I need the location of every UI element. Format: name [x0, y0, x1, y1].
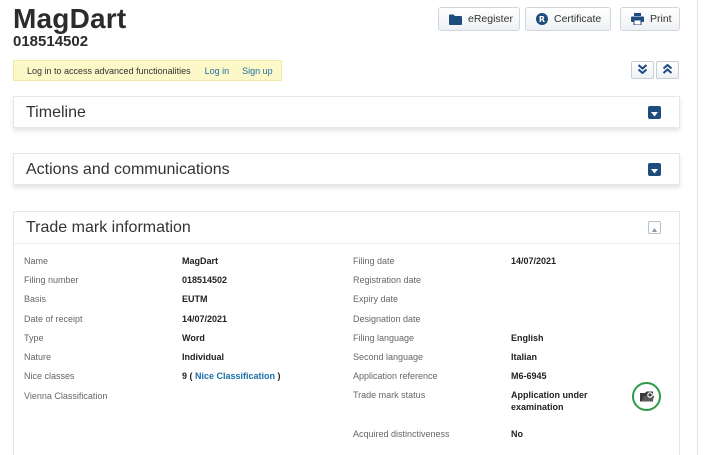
vienna-classification-label: Vienna Classification	[24, 391, 108, 401]
actions-expand-toggle[interactable]	[648, 163, 661, 176]
nice-classes-suffix: )	[275, 371, 281, 381]
filing-date-value: 14/07/2021	[511, 256, 557, 266]
actions-title: Actions and communications	[26, 161, 230, 178]
nice-classification-link[interactable]: Nice Classification	[195, 371, 275, 381]
trademark-info-header[interactable]: Trade mark information	[14, 212, 679, 244]
signup-link[interactable]: Sign up	[242, 66, 273, 76]
trademark-status-value-line1: Application under	[511, 390, 588, 400]
expiry-date-label: Expiry date	[353, 294, 399, 304]
acquired-distinctiveness-label: Acquired distinctiveness	[353, 429, 450, 439]
certificate-label: Certificate	[554, 13, 602, 25]
second-language-value: Italian	[511, 352, 538, 362]
expand-collapse-group	[631, 61, 679, 79]
timeline-title: Timeline	[26, 104, 86, 121]
type-value: Word	[182, 333, 205, 343]
nature-label: Nature	[24, 352, 52, 362]
filing-language-value: English	[511, 333, 544, 343]
status-examination-icon	[632, 382, 661, 411]
basis-value: EUTM	[182, 294, 208, 304]
application-reference-label: Application reference	[353, 371, 438, 381]
timeline-header[interactable]: Timeline	[14, 97, 679, 129]
actions-header[interactable]: Actions and communications	[14, 154, 679, 186]
printer-icon	[631, 13, 644, 25]
nature-value: Individual	[182, 352, 225, 362]
login-notice-text: Log in to access advanced functionalitie…	[27, 65, 191, 76]
trademark-info-title: Trade mark information	[26, 218, 191, 236]
collapse-all-button[interactable]	[656, 61, 679, 79]
date-of-receipt-label: Date of receipt	[24, 314, 83, 324]
folder-icon	[449, 14, 462, 25]
filing-number-label: Filing number	[24, 275, 79, 285]
registered-r-icon: R	[536, 13, 548, 25]
acquired-distinctiveness-value: No	[511, 429, 523, 439]
eregister-button[interactable]: eRegister	[438, 7, 520, 31]
trademark-info-panel: Trade mark information	[13, 211, 680, 455]
caret-down-icon	[651, 104, 658, 122]
caret-up-icon	[652, 219, 657, 237]
page-edge-divider	[697, 0, 698, 455]
filing-date-label: Filing date	[353, 256, 395, 266]
svg-text:R: R	[539, 15, 545, 24]
login-link[interactable]: Log in	[205, 66, 230, 76]
expand-all-button[interactable]	[631, 61, 654, 79]
print-button[interactable]: Print	[620, 7, 680, 31]
second-language-label: Second language	[353, 352, 424, 362]
trademark-number: 018514502	[13, 33, 89, 50]
double-chevron-down-icon	[637, 61, 648, 79]
eregister-label: eRegister	[468, 13, 513, 25]
caret-down-icon	[651, 161, 658, 179]
name-value: MagDart	[182, 256, 219, 266]
filing-number-value: 018514502	[182, 275, 228, 285]
trademark-title: MagDart	[13, 3, 127, 34]
name-label: Name	[24, 256, 49, 266]
trademark-status-label: Trade mark status	[353, 390, 426, 400]
certificate-button[interactable]: R Certificate	[525, 7, 611, 31]
double-chevron-up-icon	[662, 61, 673, 79]
designation-date-label: Designation date	[353, 314, 421, 324]
nice-classes-prefix: 9 (	[182, 371, 196, 381]
login-notice-bar: Log in to access advanced functionalitie…	[13, 60, 282, 81]
registration-date-label: Registration date	[353, 275, 422, 285]
trademark-status-value-line2: examination	[511, 402, 564, 412]
type-label: Type	[24, 333, 44, 343]
basis-label: Basis	[24, 294, 47, 304]
date-of-receipt-value: 14/07/2021	[182, 314, 228, 324]
application-reference-value: M6-6945	[511, 371, 547, 381]
filing-language-label: Filing language	[353, 333, 415, 343]
actions-panel: Actions and communications	[13, 153, 680, 185]
timeline-panel: Timeline	[13, 96, 680, 128]
timeline-expand-toggle[interactable]	[648, 106, 661, 119]
trademark-info-collapse-toggle[interactable]	[648, 221, 661, 234]
print-label: Print	[650, 13, 672, 25]
nice-classes-value: 9 ( Nice Classification )	[182, 371, 281, 382]
nice-classes-label: Nice classes	[24, 371, 75, 381]
